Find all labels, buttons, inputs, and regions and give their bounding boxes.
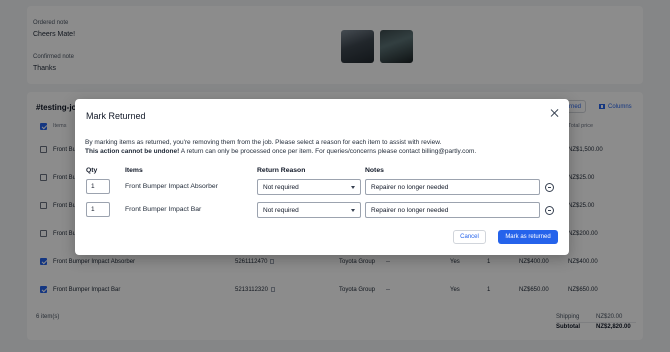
mark-returned-dialog: Mark Returned By marking items as return…	[75, 99, 569, 255]
return-item-name: Front Bumper Impact Absorber	[125, 183, 218, 190]
remove-item-icon[interactable]	[545, 183, 554, 192]
notes-input[interactable]	[365, 179, 540, 195]
notes-input[interactable]	[365, 202, 540, 218]
return-reason-value: Not required	[263, 207, 299, 214]
close-icon[interactable]	[550, 108, 560, 118]
chevron-down-icon	[351, 209, 355, 212]
return-item-name: Front Bumper Impact Bar	[125, 206, 202, 213]
column-header-items: Items	[125, 167, 143, 174]
dialog-title: Mark Returned	[86, 111, 146, 121]
remove-item-icon[interactable]	[545, 206, 554, 215]
column-header-notes: Notes	[365, 167, 384, 174]
return-reason-select[interactable]: Not required	[257, 202, 361, 218]
dialog-warning-bold: This action cannot be undone!	[85, 148, 180, 155]
mark-as-returned-button[interactable]: Mark as returned	[498, 230, 558, 244]
dialog-warning: This action cannot be undone! A return c…	[85, 148, 476, 155]
qty-input[interactable]	[86, 179, 110, 194]
dialog-description: By marking items as returned, you're rem…	[85, 139, 442, 146]
return-reason-select[interactable]: Not required	[257, 179, 361, 195]
chevron-down-icon	[351, 186, 355, 189]
qty-input[interactable]	[86, 202, 110, 217]
cancel-button[interactable]: Cancel	[453, 230, 486, 244]
column-header-qty: Qty	[86, 167, 98, 174]
dialog-warning-text: A return can only be processed once per …	[179, 148, 477, 155]
return-reason-value: Not required	[263, 184, 299, 191]
column-header-return-reason: Return Reason	[257, 167, 306, 174]
